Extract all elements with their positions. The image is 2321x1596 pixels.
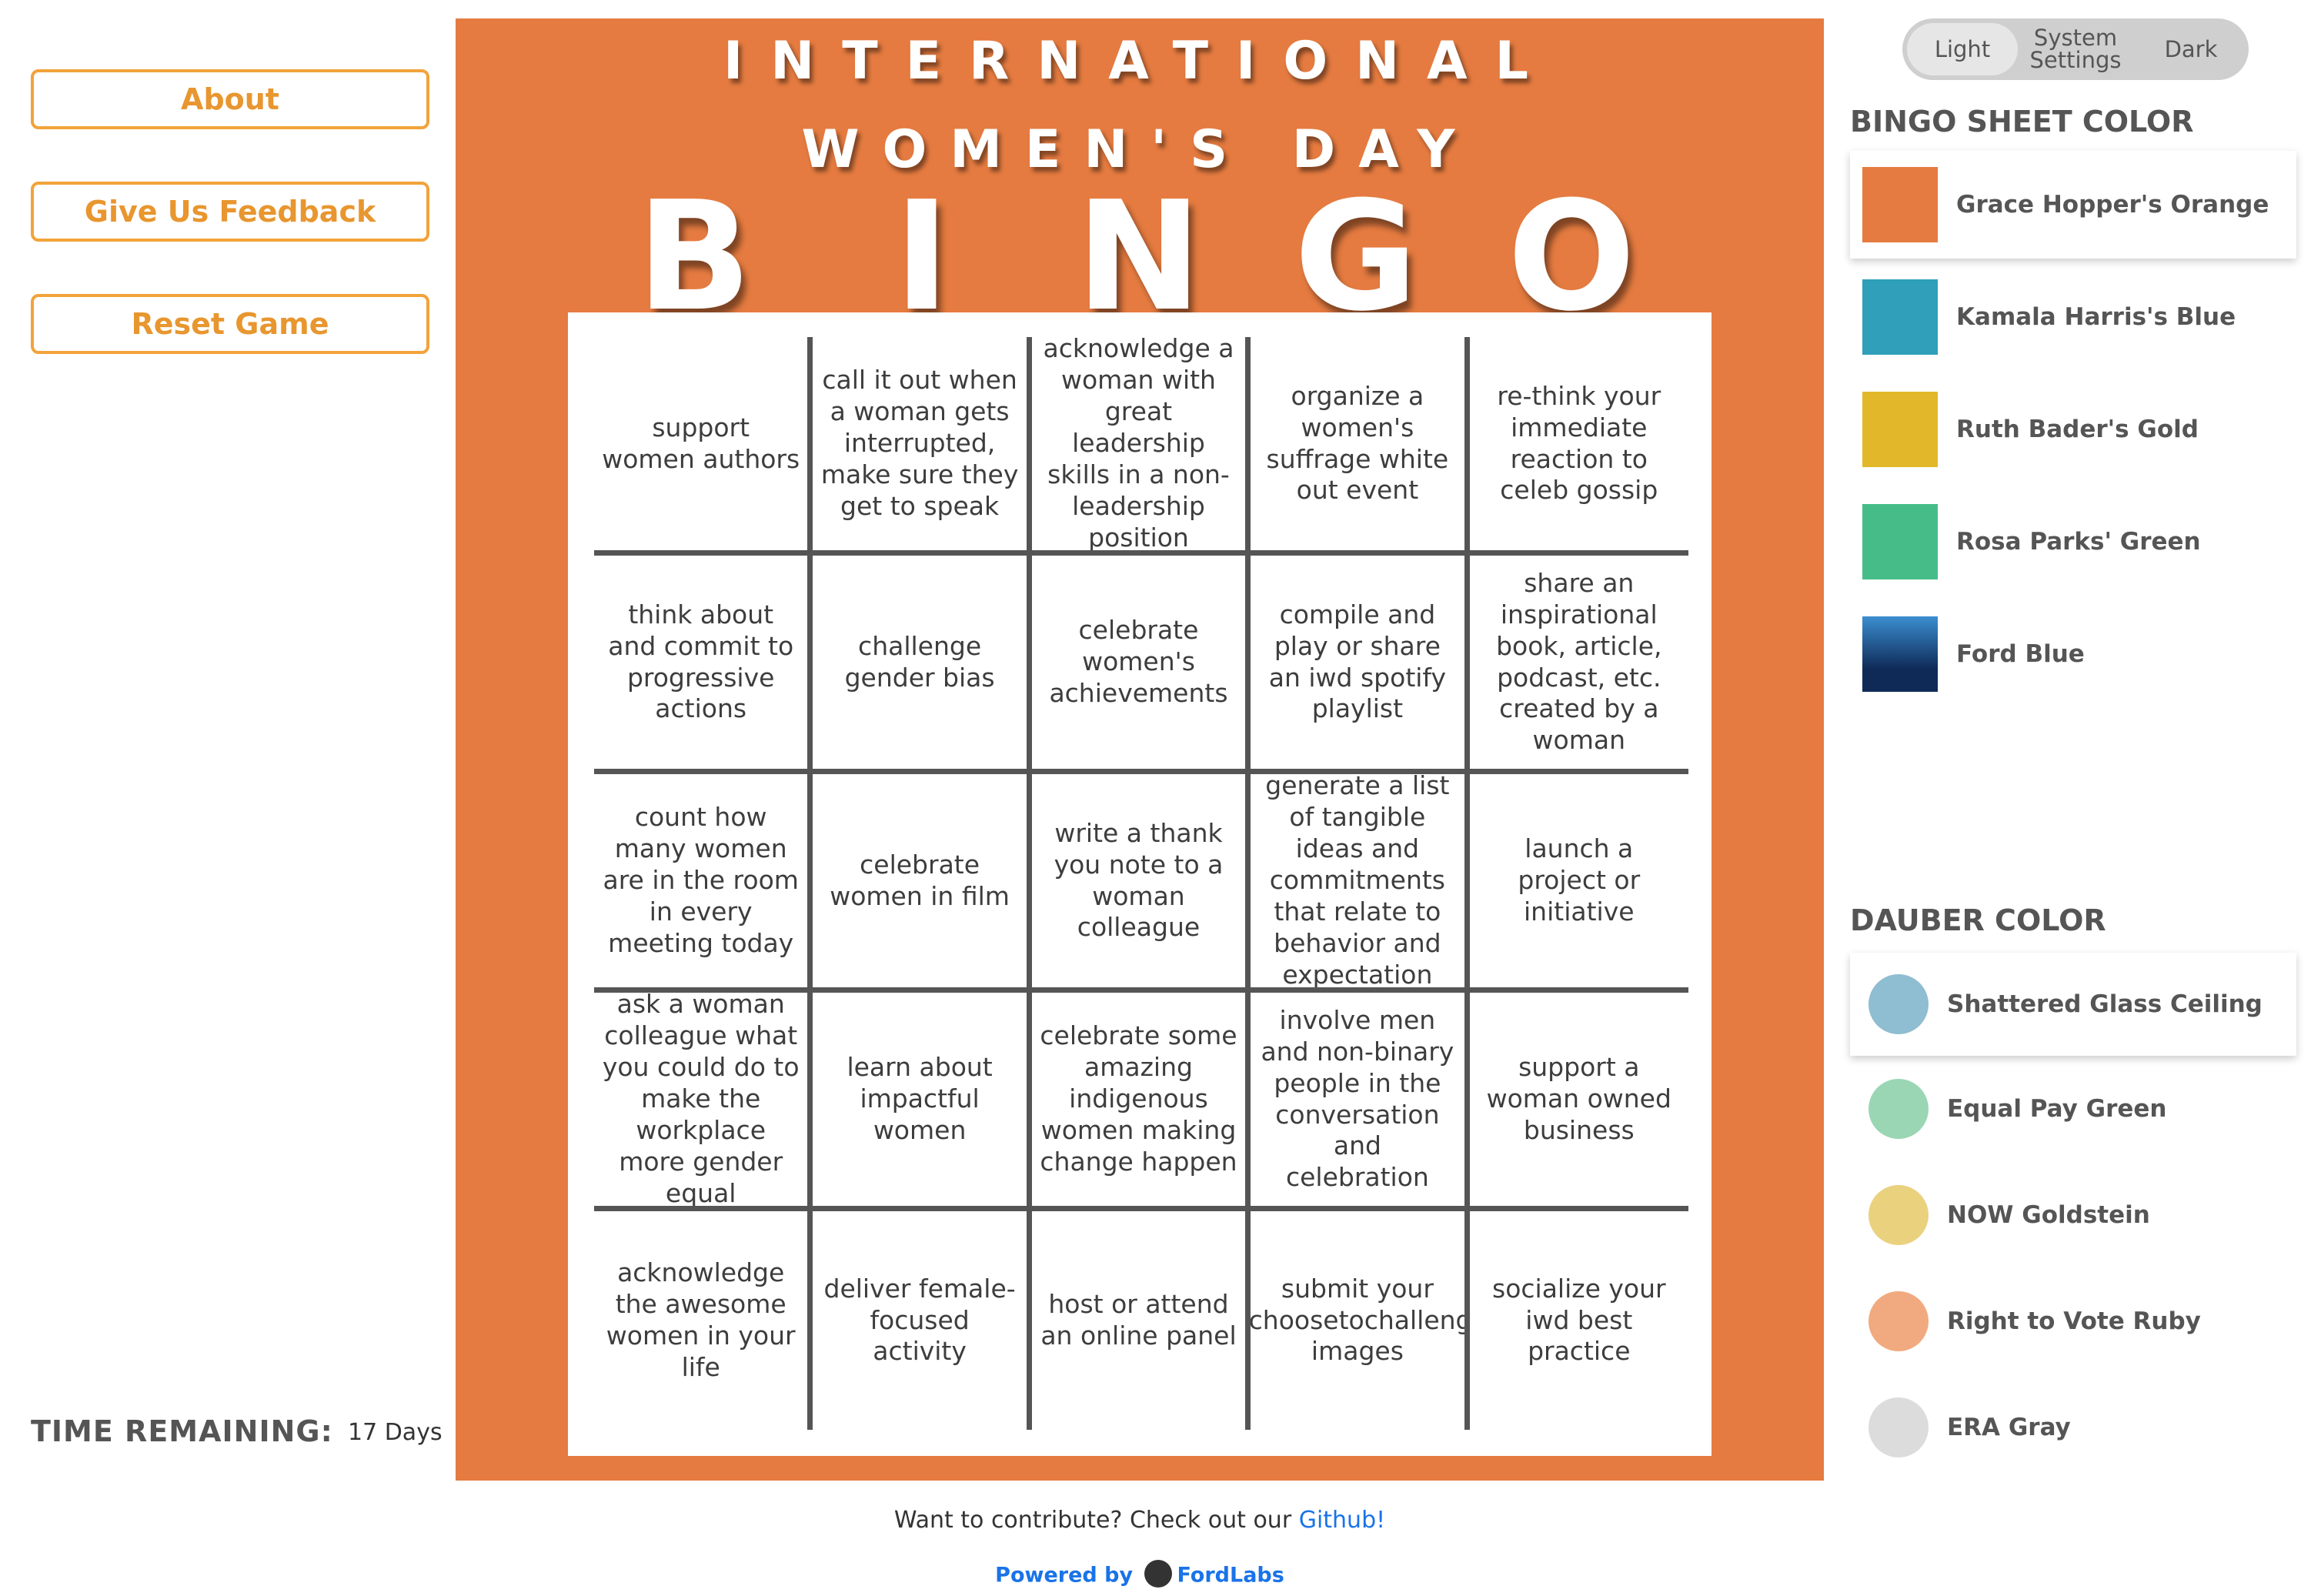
sheet-color-title: BINGO SHEET COLOR — [1850, 105, 2194, 139]
reset-game-button[interactable]: Reset Game — [31, 294, 429, 354]
bingo-cell[interactable]: compile and play or share an iwd spotify… — [1251, 556, 1470, 774]
sheet-color-label: Rosa Parks' Green — [1956, 528, 2201, 556]
time-remaining-label: TIME REMAINING: — [31, 1414, 333, 1448]
bingo-grid: support women authors call it out when a … — [594, 337, 1688, 1430]
bingo-cell[interactable]: support women authors — [594, 337, 813, 556]
dauber-color-dot — [1868, 1291, 1929, 1351]
sheet-color-option[interactable]: Grace Hopper's Orange — [1850, 151, 2296, 259]
sheet-color-swatch — [1862, 504, 1938, 579]
bingo-cell[interactable]: involve men and non-binary people in the… — [1251, 993, 1470, 1211]
sheet-color-option[interactable]: Ford Blue — [1850, 600, 2296, 708]
board-title-line1: INTERNATIONAL — [723, 31, 1557, 92]
bingo-cell[interactable]: acknowledge a woman with great leadershi… — [1031, 337, 1251, 556]
bingo-cell[interactable]: submit your #choosetochallenge images — [1251, 1211, 1470, 1430]
time-remaining-value: 17 Days — [348, 1419, 442, 1446]
fordlabs-brand: FordLabs — [1177, 1563, 1284, 1588]
contribute-text: Want to contribute? Check out our Github… — [456, 1507, 1824, 1534]
dauber-color-dot — [1868, 974, 1929, 1034]
dauber-color-label: NOW Goldstein — [1947, 1201, 2150, 1229]
dauber-color-option[interactable]: NOW Goldstein — [1850, 1164, 2296, 1267]
powered-by-label: Powered by — [995, 1563, 1134, 1588]
bingo-cell[interactable]: celebrate women's achievements — [1031, 556, 1251, 774]
powered-by[interactable]: Powered by FordLabs — [456, 1560, 1824, 1590]
bingo-cell[interactable]: write a thank you note to a woman collea… — [1031, 774, 1251, 993]
sheet-color-swatch — [1862, 279, 1938, 355]
fordlabs-logo-icon — [1144, 1560, 1173, 1588]
bingo-cell[interactable]: ask a woman colleague what you could do … — [594, 993, 813, 1211]
bingo-cell[interactable]: socialize your iwd best practice — [1470, 1211, 1688, 1430]
dauber-color-option[interactable]: Equal Pay Green — [1850, 1057, 2296, 1160]
dauber-color-dot — [1868, 1397, 1929, 1457]
bingo-letter-i: I — [893, 169, 950, 345]
bingo-cell[interactable]: organize a women's suffrage white out ev… — [1251, 337, 1470, 556]
bingo-cell[interactable]: count how many women are in the room in … — [594, 774, 813, 993]
theme-system-option[interactable]: System Settings — [2018, 18, 2133, 80]
theme-system-line2: Settings — [2029, 47, 2122, 73]
dauber-color-title: DAUBER COLOR — [1850, 903, 2106, 937]
dauber-color-label: Equal Pay Green — [1947, 1095, 2167, 1123]
contribute-label: Want to contribute? Check out our — [893, 1507, 1299, 1534]
sheet-color-swatch — [1862, 167, 1938, 242]
bingo-letter-g: G — [1294, 169, 1418, 345]
sheet-color-label: Kamala Harris's Blue — [1956, 303, 2236, 331]
sheet-color-swatch — [1862, 616, 1938, 692]
theme-system-line1: System — [2033, 25, 2118, 51]
sheet-color-option[interactable]: Rosa Parks' Green — [1850, 488, 2296, 596]
bingo-cell[interactable]: re-think your immediate reaction to cele… — [1469, 337, 1688, 556]
bingo-cell[interactable]: generate a list of tangible ideas and co… — [1251, 774, 1470, 993]
bingo-cell[interactable]: challenge gender bias — [813, 556, 1032, 774]
bingo-letter-n: N — [1075, 169, 1203, 345]
bingo-cell[interactable]: celebrate some amazing indigenous women … — [1031, 993, 1251, 1211]
dauber-color-label: ERA Gray — [1947, 1414, 2071, 1441]
sheet-color-label: Ruth Bader's Gold — [1956, 416, 2199, 443]
theme-light-option[interactable]: Light — [1907, 23, 2018, 75]
sheet-color-label: Ford Blue — [1956, 640, 2085, 668]
about-button[interactable]: About — [31, 69, 429, 129]
bingo-cell[interactable]: call it out when a woman gets interrupte… — [813, 337, 1032, 556]
bingo-cell[interactable]: host or attend an online panel — [1032, 1211, 1251, 1430]
dauber-color-option[interactable]: Shattered Glass Ceiling — [1850, 953, 2296, 1056]
bingo-cell[interactable]: share an inspirational book, article, po… — [1469, 556, 1688, 774]
bingo-cell[interactable]: celebrate women in film — [813, 774, 1032, 993]
bingo-cell[interactable]: think about and commit to progressive ac… — [594, 556, 813, 774]
bingo-letter-o: O — [1507, 169, 1636, 345]
feedback-button[interactable]: Give Us Feedback — [31, 182, 429, 242]
dauber-color-option[interactable]: ERA Gray — [1850, 1376, 2296, 1479]
dauber-color-label: Right to Vote Ruby — [1947, 1307, 2201, 1335]
dauber-color-option[interactable]: Right to Vote Ruby — [1850, 1270, 2296, 1373]
bingo-cell[interactable]: deliver female-focused activity — [813, 1211, 1032, 1430]
sheet-color-swatch — [1862, 392, 1938, 467]
sheet-color-option[interactable]: Kamala Harris's Blue — [1850, 263, 2296, 371]
bingo-cell[interactable]: launch a project or initiative — [1469, 774, 1688, 993]
sheet-color-option[interactable]: Ruth Bader's Gold — [1850, 376, 2296, 483]
github-link[interactable]: Github! — [1299, 1507, 1385, 1534]
bingo-cell[interactable]: learn about impactful women — [813, 993, 1032, 1211]
dauber-color-dot — [1868, 1079, 1929, 1139]
bingo-letter-b: B — [636, 169, 752, 345]
sheet-color-label: Grace Hopper's Orange — [1956, 191, 2269, 219]
bingo-cell[interactable]: acknowledge the awesome women in your li… — [594, 1211, 813, 1430]
dauber-color-dot — [1868, 1185, 1929, 1245]
bingo-cell[interactable]: support a woman owned business — [1469, 993, 1688, 1211]
theme-dark-option[interactable]: Dark — [2133, 18, 2249, 80]
theme-toggle: Light System Settings Dark — [1902, 18, 2249, 80]
dauber-color-label: Shattered Glass Ceiling — [1947, 990, 2263, 1018]
